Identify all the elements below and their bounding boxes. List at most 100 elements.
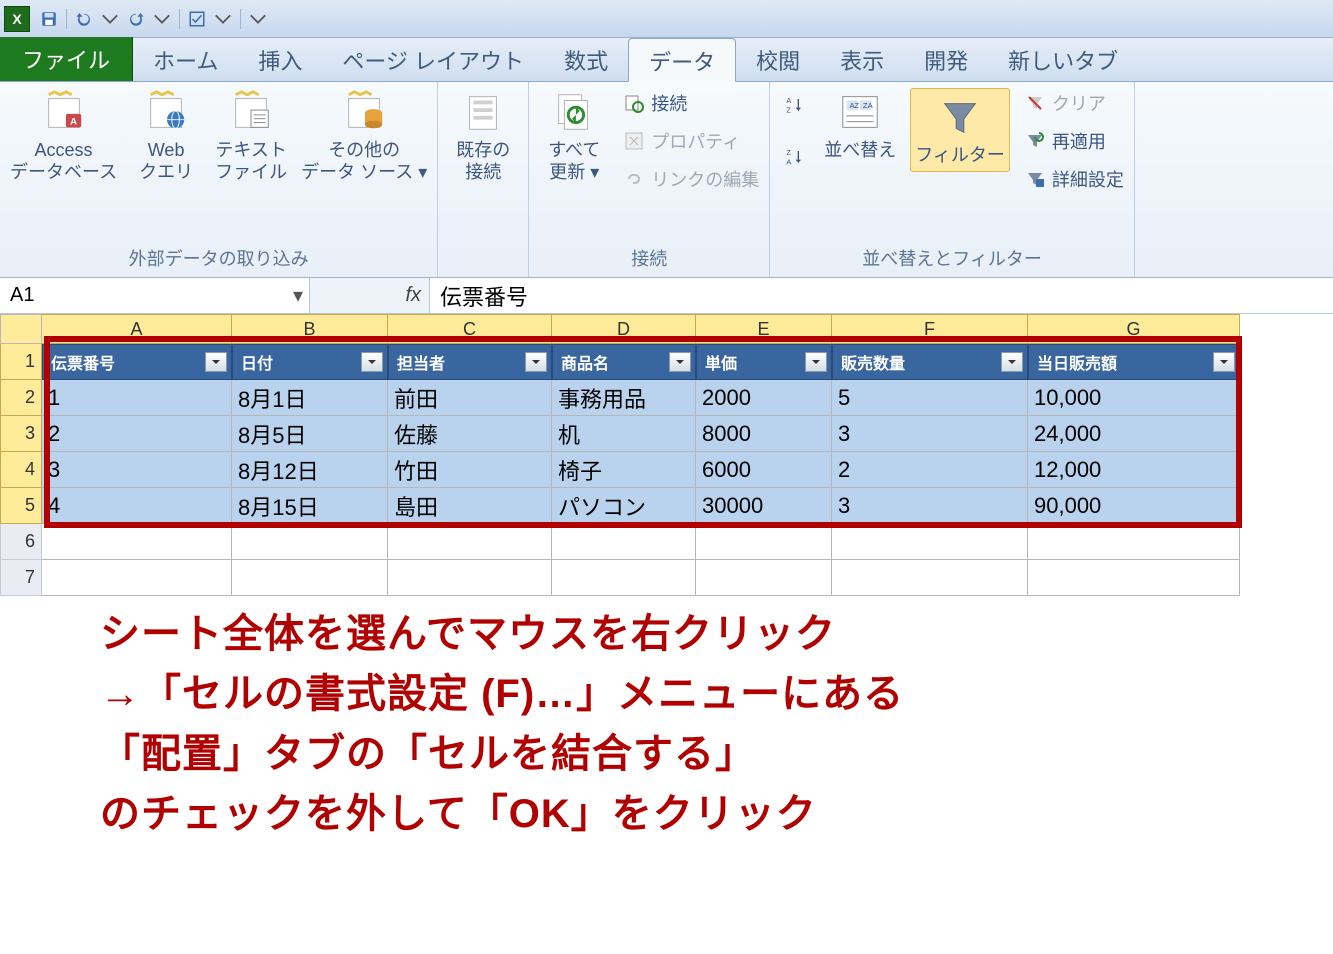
tab-file[interactable]: ファイル — [0, 37, 133, 81]
cell[interactable]: 島田 — [388, 488, 552, 524]
cell[interactable] — [1028, 524, 1240, 560]
cell[interactable]: 3 — [832, 416, 1028, 452]
col-head-C[interactable]: C — [388, 314, 552, 344]
cell[interactable] — [232, 524, 388, 560]
cell[interactable]: 2 — [832, 452, 1028, 488]
sort-desc-button[interactable]: ZA — [780, 140, 810, 174]
cell[interactable]: 8月1日 — [232, 380, 388, 416]
cell[interactable]: 佐藤 — [388, 416, 552, 452]
connections-button[interactable]: 接続 — [623, 88, 759, 118]
filter-dropdown-button[interactable] — [525, 352, 547, 372]
header-cell[interactable]: 単価 — [696, 344, 832, 380]
filter-dropdown-button[interactable] — [805, 352, 827, 372]
qat-checkbox-dropdown[interactable] — [211, 7, 235, 31]
cell[interactable]: 机 — [552, 416, 696, 452]
filter-dropdown-button[interactable] — [1001, 352, 1023, 372]
col-head-E[interactable]: E — [696, 314, 832, 344]
access-db-button[interactable]: A Access データベース — [10, 88, 117, 183]
edit-links-button[interactable]: リンクの編集 — [623, 164, 759, 194]
header-cell[interactable]: 日付 — [232, 344, 388, 380]
filter-dropdown-button[interactable] — [1213, 352, 1235, 372]
col-head-A[interactable]: A — [42, 314, 232, 344]
reapply-button[interactable]: 再適用 — [1024, 126, 1124, 156]
cell[interactable]: 8月12日 — [232, 452, 388, 488]
existing-connections-button[interactable]: 既存の 接続 — [448, 88, 518, 183]
name-box[interactable]: A1 ▾ — [0, 278, 310, 313]
row-head-7[interactable]: 7 — [0, 560, 42, 596]
web-query-button[interactable]: Web クエリ — [131, 88, 201, 183]
row-head-6[interactable]: 6 — [0, 524, 42, 560]
cell[interactable] — [388, 560, 552, 596]
cell[interactable]: 30000 — [696, 488, 832, 524]
header-cell[interactable]: 担当者 — [388, 344, 552, 380]
text-file-button[interactable]: テキスト ファイル — [215, 88, 287, 183]
worksheet[interactable]: A B C D E F G 1 2 3 4 5 6 7 伝票番号 日付 担当者 … — [0, 314, 1333, 954]
cell[interactable] — [552, 524, 696, 560]
header-cell[interactable]: 販売数量 — [832, 344, 1028, 380]
row-head-2[interactable]: 2 — [0, 380, 42, 416]
tab-home[interactable]: ホーム — [133, 37, 238, 81]
cell[interactable] — [696, 560, 832, 596]
cell[interactable]: 2 — [42, 416, 232, 452]
tab-review[interactable]: 校閲 — [736, 37, 820, 81]
cell[interactable]: 1 — [42, 380, 232, 416]
cell[interactable]: 椅子 — [552, 452, 696, 488]
qat-undo-button[interactable] — [72, 7, 96, 31]
row-head-5[interactable]: 5 — [0, 488, 42, 524]
cell[interactable]: 5 — [832, 380, 1028, 416]
qat-save-button[interactable] — [37, 7, 61, 31]
cell[interactable]: 90,000 — [1028, 488, 1240, 524]
cell[interactable]: 24,000 — [1028, 416, 1240, 452]
tab-insert[interactable]: 挿入 — [238, 37, 322, 81]
cell[interactable] — [552, 560, 696, 596]
header-cell[interactable]: 伝票番号 — [42, 344, 232, 380]
cell[interactable]: 4 — [42, 488, 232, 524]
cell[interactable]: 3 — [42, 452, 232, 488]
qat-redo-button[interactable] — [124, 7, 148, 31]
formula-input[interactable]: 伝票番号 — [430, 278, 1333, 313]
tab-formulas[interactable]: 数式 — [544, 37, 628, 81]
cell[interactable]: 6000 — [696, 452, 832, 488]
advanced-filter-button[interactable]: 詳細設定 — [1024, 164, 1124, 194]
cell[interactable]: 竹田 — [388, 452, 552, 488]
cell[interactable] — [42, 560, 232, 596]
cell[interactable]: 8000 — [696, 416, 832, 452]
cell[interactable]: 8月5日 — [232, 416, 388, 452]
cell[interactable] — [388, 524, 552, 560]
sort-dialog-button[interactable]: AZZA 並べ替え — [824, 88, 896, 162]
other-sources-button[interactable]: その他の データ ソース ▾ — [301, 88, 427, 183]
filter-dropdown-button[interactable] — [205, 352, 227, 372]
select-all-corner[interactable] — [0, 314, 42, 344]
cell[interactable] — [1028, 560, 1240, 596]
sort-asc-button[interactable]: AZ — [780, 88, 810, 122]
tab-data[interactable]: データ — [628, 38, 736, 82]
properties-button[interactable]: プロパティ — [623, 126, 759, 156]
col-head-G[interactable]: G — [1028, 314, 1240, 344]
refresh-all-button[interactable]: すべて 更新 ▾ — [539, 88, 609, 183]
clear-filter-button[interactable]: クリア — [1024, 88, 1124, 118]
cell[interactable]: 3 — [832, 488, 1028, 524]
qat-undo-dropdown[interactable] — [98, 7, 122, 31]
qat-customize-dropdown[interactable] — [246, 7, 270, 31]
cell[interactable]: 8月15日 — [232, 488, 388, 524]
tab-page-layout[interactable]: ページ レイアウト — [322, 37, 544, 81]
header-cell[interactable]: 商品名 — [552, 344, 696, 380]
filter-button[interactable]: フィルター — [910, 88, 1010, 172]
cell[interactable]: パソコン — [552, 488, 696, 524]
cell[interactable]: 12,000 — [1028, 452, 1240, 488]
qat-checkbox-button[interactable] — [185, 7, 209, 31]
filter-dropdown-button[interactable] — [361, 352, 383, 372]
cell[interactable]: 2000 — [696, 380, 832, 416]
cell[interactable]: 10,000 — [1028, 380, 1240, 416]
cell[interactable]: 前田 — [388, 380, 552, 416]
tab-new[interactable]: 新しいタブ — [988, 37, 1138, 81]
cell[interactable] — [832, 560, 1028, 596]
tab-developer[interactable]: 開発 — [904, 37, 988, 81]
row-head-1[interactable]: 1 — [0, 344, 42, 380]
cell[interactable]: 事務用品 — [552, 380, 696, 416]
cell[interactable] — [696, 524, 832, 560]
tab-view[interactable]: 表示 — [820, 37, 904, 81]
header-cell[interactable]: 当日販売額 — [1028, 344, 1240, 380]
row-head-4[interactable]: 4 — [0, 452, 42, 488]
col-head-F[interactable]: F — [832, 314, 1028, 344]
